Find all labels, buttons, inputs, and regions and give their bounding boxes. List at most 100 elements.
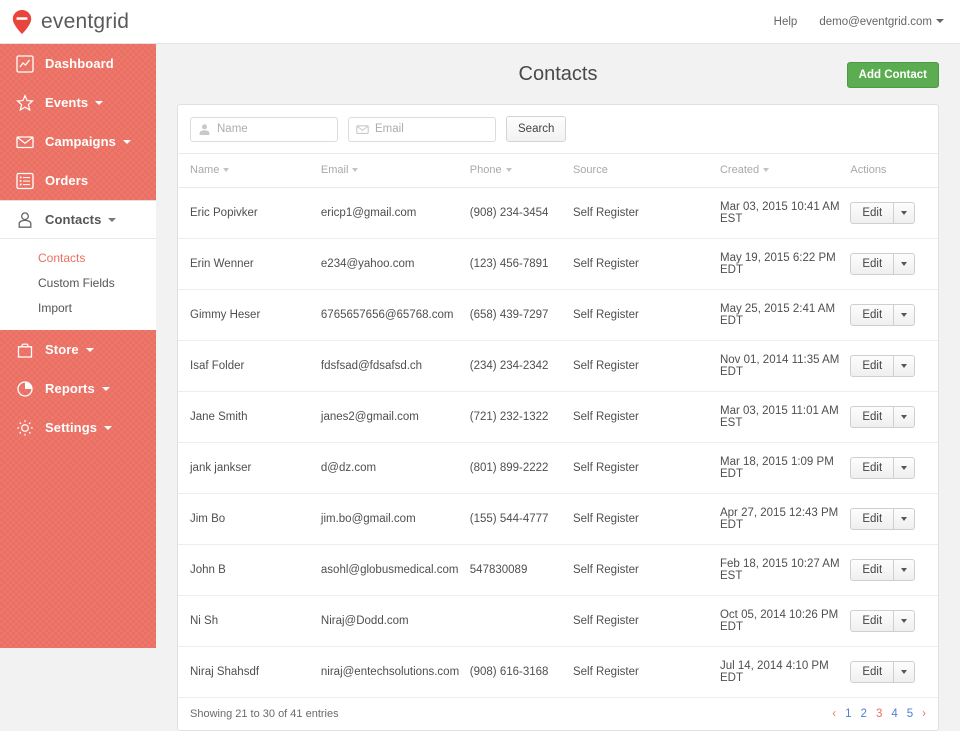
edit-button[interactable]: Edit	[850, 610, 895, 632]
submenu-item-contacts[interactable]: Contacts	[0, 245, 156, 270]
column-label: Actions	[850, 164, 887, 176]
column-header-email[interactable]: Email	[320, 154, 470, 188]
cell-actions: Edit	[850, 289, 938, 341]
email-field-wrapper[interactable]	[348, 116, 496, 142]
pagination-page-5[interactable]: 5	[907, 708, 913, 720]
column-label: Source	[572, 164, 608, 176]
cell-name: Ni Sh	[178, 595, 321, 647]
submenu-item-label: Custom Fields	[38, 275, 115, 290]
pagination-page-3[interactable]: 3	[876, 708, 882, 720]
pie-icon	[14, 378, 35, 399]
chevron-down-icon	[901, 262, 908, 266]
column-header-name[interactable]: Name	[178, 154, 321, 188]
chevron-down-icon	[936, 19, 944, 24]
sidebar-item-label: Events	[45, 95, 89, 110]
column-label: Name	[190, 164, 220, 176]
table-row: Ni Sh Niraj@Dodd.com Self Register Oct 05, …	[178, 595, 938, 647]
edit-dropdown-toggle[interactable]	[894, 304, 916, 326]
edit-button[interactable]: Edit	[850, 661, 895, 683]
column-header-phone[interactable]: Phone	[469, 154, 573, 188]
edit-dropdown-toggle[interactable]	[894, 610, 916, 632]
search-bar: Search	[178, 105, 938, 154]
edit-button[interactable]: Edit	[850, 253, 895, 275]
person-icon	[14, 209, 35, 230]
pagination-page-1[interactable]: 1	[845, 708, 851, 720]
star-icon	[14, 92, 35, 113]
sidebar-item-dashboard[interactable]: Dashboard	[0, 44, 156, 83]
cell-source: Self Register	[572, 391, 720, 443]
cell-created: Mar 03, 2015 10:41 AM EST	[719, 187, 851, 239]
search-button[interactable]: Search	[506, 116, 567, 142]
edit-dropdown-toggle[interactable]	[894, 661, 916, 683]
sidebar-item-orders[interactable]: Orders	[0, 161, 156, 200]
table-row: Jim Bo jim.bo@gmail.com (155) 544-4777 Self…	[178, 493, 938, 545]
edit-dropdown-toggle[interactable]	[894, 253, 916, 275]
edit-dropdown-toggle[interactable]	[894, 406, 916, 428]
edit-button[interactable]: Edit	[850, 355, 895, 377]
sidebar-item-store[interactable]: Store	[0, 330, 156, 369]
cell-actions: Edit	[850, 493, 938, 545]
edit-button[interactable]: Edit	[850, 202, 895, 224]
pagination-prev[interactable]: ‹	[832, 708, 836, 720]
cell-source: Self Register	[572, 442, 720, 494]
submenu-item-import[interactable]: Import	[0, 295, 156, 320]
cell-phone	[469, 595, 573, 647]
chevron-down-icon	[901, 619, 908, 623]
page-header: Contacts Add Contact	[156, 44, 960, 104]
chevron-down-icon	[901, 313, 908, 317]
cell-actions: Edit	[850, 391, 938, 443]
cell-created: May 19, 2015 6:22 PM EDT	[719, 238, 851, 290]
row-action-group: Edit	[850, 457, 916, 479]
cell-name: Jim Bo	[178, 493, 321, 545]
chevron-down-icon	[901, 415, 908, 419]
cell-email: asohl@globusmedical.com	[320, 544, 470, 596]
edit-button[interactable]: Edit	[850, 457, 895, 479]
edit-button[interactable]: Edit	[850, 508, 895, 530]
edit-dropdown-toggle[interactable]	[894, 559, 916, 581]
sidebar: Dashboard Events Campaigns Orders Contac…	[0, 44, 156, 648]
cell-source: Self Register	[572, 187, 720, 239]
edit-dropdown-toggle[interactable]	[894, 202, 916, 224]
cell-phone: (155) 544-4777	[469, 493, 573, 545]
add-contact-button[interactable]: Add Contact	[846, 62, 939, 88]
edit-dropdown-toggle[interactable]	[894, 355, 916, 377]
chevron-down-icon	[901, 466, 908, 470]
cell-phone: (234) 234-2342	[469, 340, 573, 392]
sidebar-item-events[interactable]: Events	[0, 83, 156, 122]
edit-button[interactable]: Edit	[850, 304, 895, 326]
cell-email: jim.bo@gmail.com	[320, 493, 470, 545]
column-label: Phone	[469, 164, 502, 176]
row-action-group: Edit	[850, 661, 916, 683]
cell-created: Mar 03, 2015 11:01 AM EST	[719, 391, 851, 443]
edit-button[interactable]: Edit	[850, 406, 895, 428]
column-label: Created	[719, 164, 760, 176]
help-link[interactable]: Help	[774, 16, 798, 28]
pagination-next[interactable]: ›	[922, 708, 926, 720]
account-menu[interactable]: demo@eventgrid.com	[819, 16, 944, 28]
location-pin-icon	[10, 8, 34, 36]
cell-name: jank jankser	[178, 442, 321, 494]
sidebar-item-settings[interactable]: Settings	[0, 408, 156, 447]
brand-name: eventgrid	[41, 9, 130, 33]
sidebar-item-campaigns[interactable]: Campaigns	[0, 122, 156, 161]
edit-dropdown-toggle[interactable]	[894, 457, 916, 479]
chevron-down-icon	[505, 168, 512, 173]
column-header-created[interactable]: Created	[719, 154, 851, 188]
pagination: ‹ 1 2 3 4 5 ›	[832, 708, 926, 720]
edit-button[interactable]: Edit	[850, 559, 895, 581]
email-search-input[interactable]	[375, 123, 488, 135]
submenu-item-label: Contacts	[38, 250, 86, 265]
submenu-item-custom-fields[interactable]: Custom Fields	[0, 270, 156, 295]
name-field-wrapper[interactable]	[190, 116, 338, 142]
edit-dropdown-toggle[interactable]	[894, 508, 916, 530]
chevron-down-icon	[352, 168, 359, 173]
name-search-input[interactable]	[217, 123, 330, 135]
sidebar-item-contacts[interactable]: Contacts	[0, 200, 156, 239]
cell-actions: Edit	[850, 595, 938, 647]
brand-logo[interactable]: eventgrid	[0, 0, 156, 44]
sidebar-item-reports[interactable]: Reports	[0, 369, 156, 408]
sidebar-item-label: Reports	[45, 381, 95, 396]
chevron-down-icon	[223, 168, 230, 173]
pagination-page-4[interactable]: 4	[891, 708, 897, 720]
pagination-page-2[interactable]: 2	[861, 708, 867, 720]
